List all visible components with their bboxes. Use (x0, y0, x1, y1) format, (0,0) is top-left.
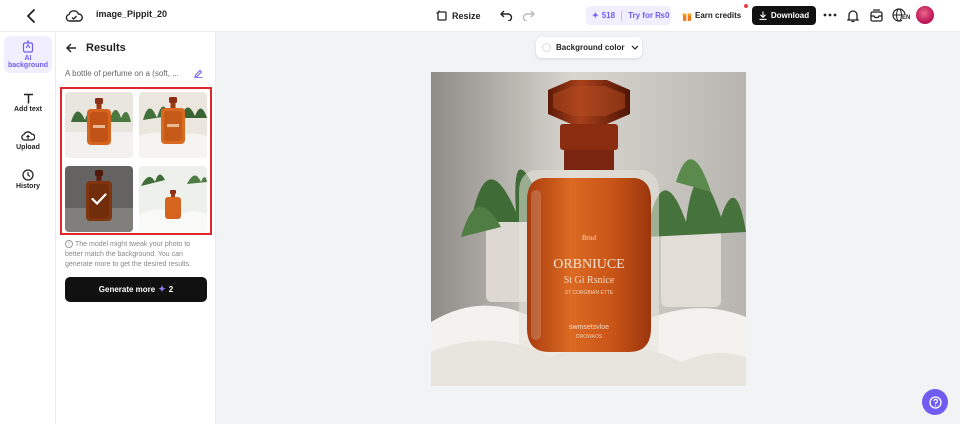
sparkle-icon: ✦ (158, 284, 166, 294)
divider (621, 10, 623, 21)
background-color-label: Background color (556, 43, 625, 52)
help-button[interactable] (922, 389, 948, 415)
results-header: Results (66, 42, 126, 54)
rail-label: AI background (7, 55, 49, 69)
result-thumbnail-2[interactable] (139, 92, 207, 158)
edit-prompt-icon[interactable] (193, 68, 203, 78)
avatar[interactable] (916, 6, 934, 24)
rail-item-add-text[interactable]: Add text (4, 93, 52, 113)
upload-icon (21, 131, 35, 141)
ai-background-icon (22, 40, 34, 53)
label-subtitle: St Gi Rsnice (564, 275, 615, 286)
rail-label: History (15, 183, 41, 190)
redo-icon[interactable] (521, 7, 535, 23)
file-name[interactable]: image_Pippit_20 (96, 9, 167, 19)
results-title: Results (86, 42, 126, 54)
credits-count: 518 (601, 11, 616, 20)
download-label: Download (770, 11, 810, 20)
notification-dot (744, 4, 748, 8)
rail-item-history[interactable]: History (4, 169, 52, 190)
generate-more-button[interactable]: Generate more ✦ 2 (65, 277, 207, 302)
earn-credits-button[interactable]: Earn credits (678, 6, 745, 25)
rail-label: Upload (16, 144, 40, 151)
generate-more-label: Generate more (98, 285, 156, 294)
generate-cost: 2 (168, 285, 174, 294)
selected-overlay (65, 166, 133, 232)
bell-icon[interactable] (846, 8, 860, 23)
rail-item-ai-background[interactable]: AI background (4, 36, 52, 73)
language-globe-icon[interactable]: EN (892, 7, 911, 24)
label-small: ST CORGBIAN ETTE (565, 290, 614, 296)
left-rail (0, 32, 56, 424)
language-code: EN (902, 15, 911, 22)
top-bar: image_Pippit_20 Resize ✦ 518 Try for ₨0 … (0, 0, 960, 32)
rail-item-upload[interactable]: Upload (4, 130, 52, 151)
sparkle-icon: ✦ (592, 11, 599, 20)
text-icon (23, 93, 33, 104)
info-note-text: The model might tweak your photo to bett… (65, 241, 192, 268)
back-arrow-icon[interactable] (22, 6, 40, 26)
info-note: i The model might tweak your photo to bet… (65, 240, 209, 270)
label-brand: Brnd (582, 234, 597, 242)
gift-icon (682, 13, 692, 21)
credits-button[interactable]: ✦ 518 Try for ₨0 (586, 6, 671, 25)
prompt-text[interactable]: A bottle of perfume on a (soft, ... (65, 69, 195, 78)
question-icon (928, 395, 942, 409)
undo-icon[interactable] (499, 7, 513, 23)
background-color-dropdown[interactable]: Background color (536, 37, 642, 58)
results-grid (60, 87, 212, 235)
result-thumbnail-1[interactable] (65, 92, 133, 158)
resize-label: Resize (452, 11, 481, 21)
label-bottom: swmsetsvloe (569, 324, 609, 331)
cloud-save-icon[interactable] (64, 7, 84, 25)
info-icon: i (65, 240, 73, 249)
resize-button[interactable]: Resize (436, 6, 481, 26)
download-button[interactable]: Download (752, 6, 816, 25)
label-title: ORBNIUCE (553, 257, 625, 272)
label-footer: OROWAOS (576, 334, 603, 340)
download-icon (759, 11, 767, 20)
color-swatch (542, 43, 551, 52)
earn-credits-label: Earn credits (695, 11, 742, 20)
credits-cta: Try for ₨0 (628, 11, 670, 20)
result-thumbnail-4[interactable] (139, 166, 207, 232)
rail-label: Add text (14, 106, 42, 113)
result-thumbnail-3[interactable] (65, 166, 133, 232)
chevron-down-icon (632, 45, 639, 50)
back-arrow-icon[interactable] (66, 43, 77, 53)
history-icon (22, 169, 34, 181)
resize-icon (436, 10, 447, 21)
main-image[interactable]: Brnd ORBNIUCE St Gi Rsnice ST CORGBIAN E… (431, 72, 746, 386)
more-options-icon[interactable] (823, 8, 837, 22)
checkmark-icon (91, 193, 107, 205)
inbox-icon[interactable] (869, 8, 883, 23)
